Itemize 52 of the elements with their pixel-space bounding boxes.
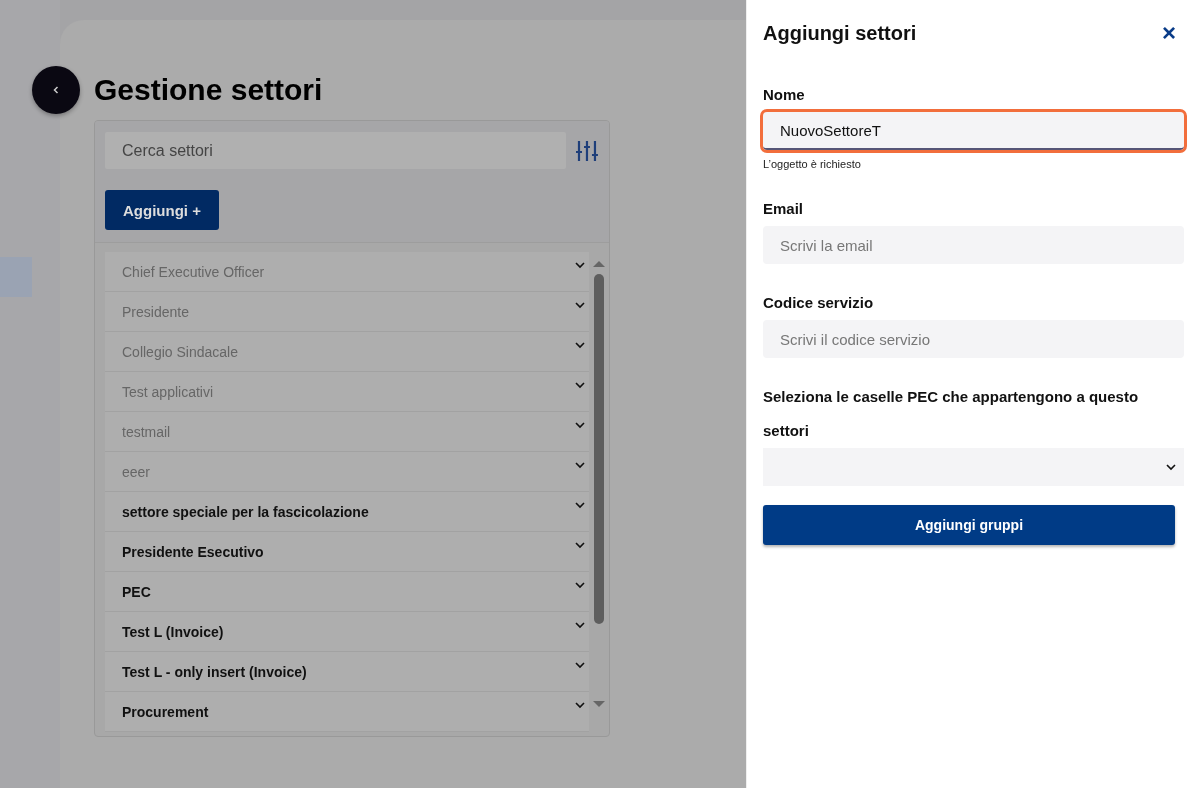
sector-name: testmail xyxy=(122,423,171,440)
helper-text: L’oggetto è richiesto xyxy=(763,158,862,170)
field-label: Nome xyxy=(763,85,806,105)
sector-name: Presidente Esecutivo xyxy=(122,543,264,560)
field-label: Seleziona le caselle PEC che appartengono a questo settori xyxy=(763,387,1140,441)
back-button[interactable] xyxy=(32,66,80,114)
sector-name: Presidente xyxy=(122,303,189,320)
sector-name: Test L (Invoice) xyxy=(122,623,224,640)
text-field[interactable]: NuovoSettoreT xyxy=(763,112,1184,150)
chevron-down-icon xyxy=(575,302,586,309)
sector-name: PEC xyxy=(122,583,151,600)
submit-button[interactable]: Aggiungi gruppi xyxy=(763,505,1175,545)
close-button[interactable]: × xyxy=(1154,19,1184,47)
chevron-down-icon xyxy=(575,422,586,429)
sector-name: Test L - only insert (Invoice) xyxy=(122,663,307,680)
sector-name: eeer xyxy=(122,463,151,480)
chevron-down-icon xyxy=(575,542,586,549)
field-label: Email xyxy=(763,199,805,219)
sector-name: Procurement xyxy=(122,703,209,720)
sector-row[interactable]: PEC xyxy=(105,572,590,612)
chevron-down-icon xyxy=(575,262,586,269)
sector-row[interactable]: Test L (Invoice) xyxy=(105,612,590,652)
scrollbar-thumb[interactable] xyxy=(594,274,604,624)
chevron-down-icon xyxy=(575,582,586,589)
chevron-down-icon xyxy=(575,622,586,629)
chevron-left-icon xyxy=(51,85,61,95)
chevron-down-icon xyxy=(575,702,586,709)
add-button[interactable]: Aggiungi + xyxy=(105,190,219,230)
field-label: Codice servizio xyxy=(763,293,875,313)
sector-row[interactable]: Procurement xyxy=(105,692,590,732)
chevron-down-icon xyxy=(1166,463,1176,471)
select-field[interactable] xyxy=(763,448,1184,486)
chevron-down-icon xyxy=(575,502,586,509)
scroll-down-icon[interactable] xyxy=(592,700,606,708)
sector-name: Collegio Sindacale xyxy=(122,343,238,360)
drawer-title: Aggiungi settori xyxy=(763,21,917,45)
sector-row[interactable]: Presidente Esecutivo xyxy=(105,532,590,572)
chevron-down-icon xyxy=(575,462,586,469)
chevron-down-icon xyxy=(575,662,586,669)
chevron-down-icon xyxy=(575,382,586,389)
scroll-up-icon[interactable] xyxy=(592,260,606,268)
sector-name: Test applicativi xyxy=(122,383,214,400)
sector-row[interactable]: settore speciale per la fascicolazione xyxy=(105,492,590,532)
text-field[interactable]: Scrivi la email xyxy=(763,226,1184,264)
search-field[interactable]: Cerca settori xyxy=(105,132,567,169)
page-title: Gestione settori xyxy=(94,73,323,107)
filter-sliders-icon[interactable] xyxy=(575,139,599,162)
sector-name: Chief Executive Officer xyxy=(122,263,265,280)
sector-name: settore speciale per la fascicolazione xyxy=(122,503,369,520)
chevron-down-icon xyxy=(575,342,586,349)
text-field[interactable]: Scrivi il codice servizio xyxy=(763,320,1184,358)
sector-row[interactable]: Test L - only insert (Invoice) xyxy=(105,652,590,692)
